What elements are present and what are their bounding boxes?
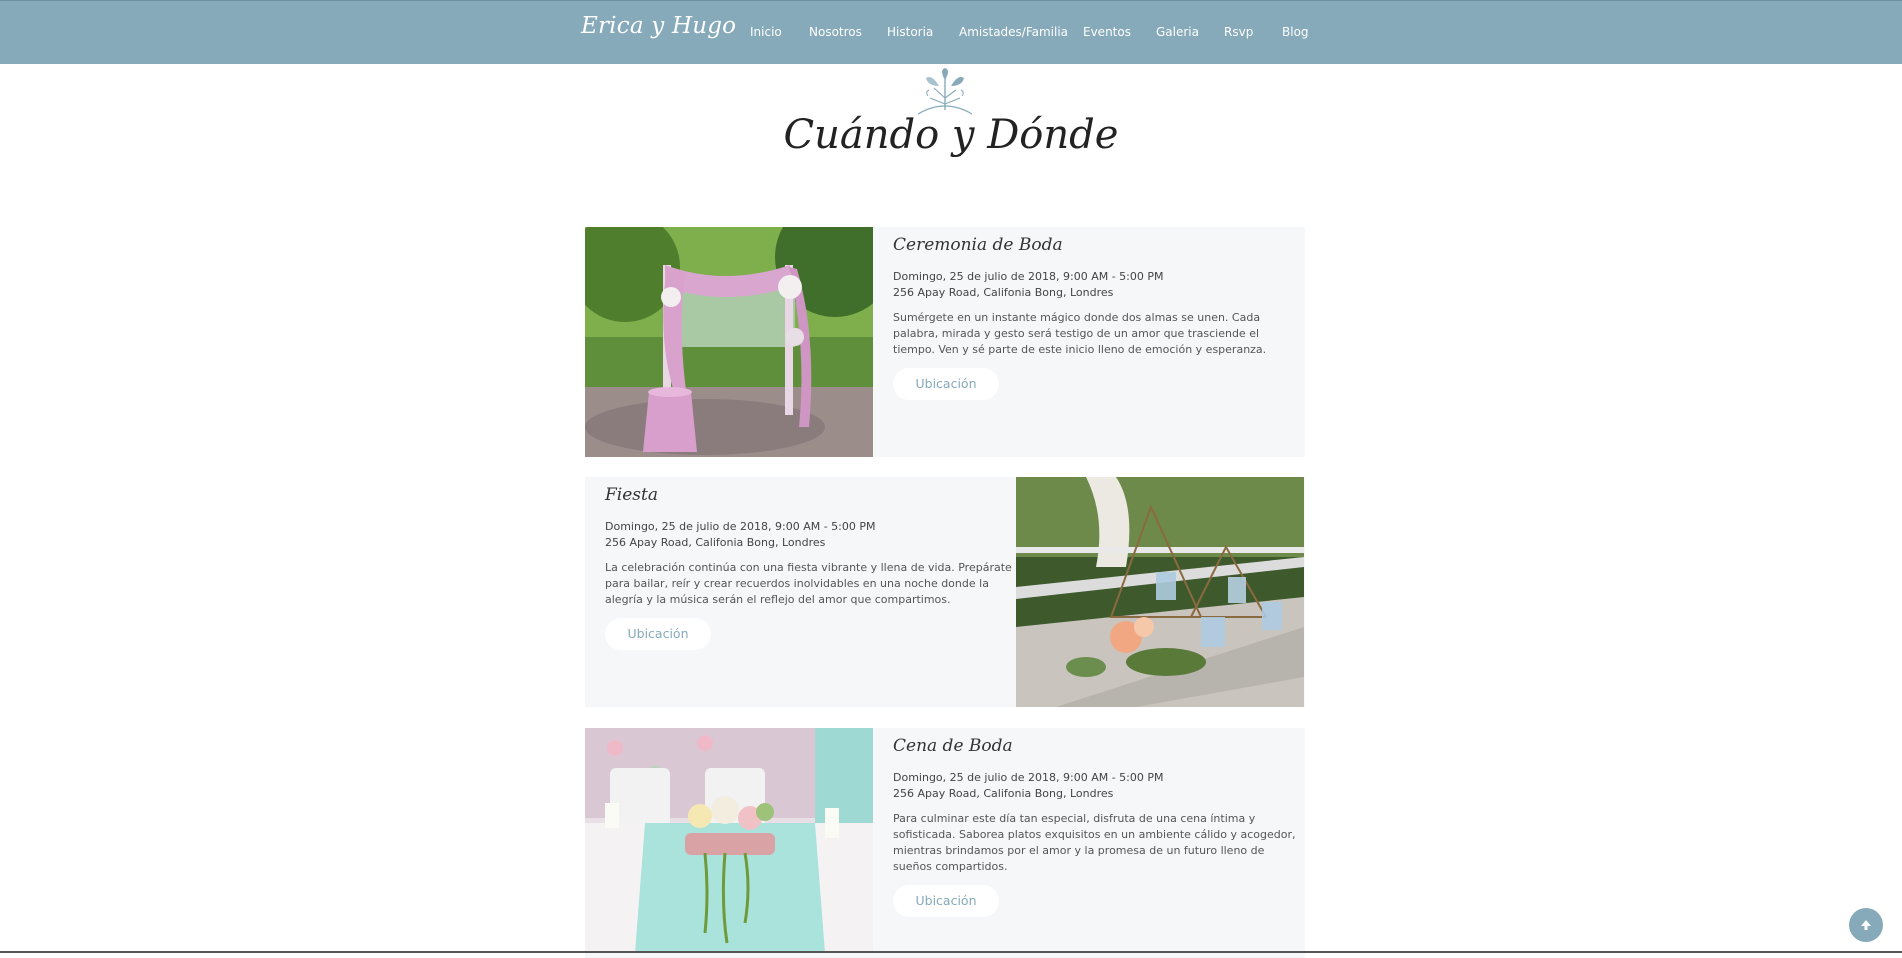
navbar: Erica y Hugo Inicio Nosotros Historia Am… xyxy=(0,0,1902,64)
event-title: Ceremonia de Boda xyxy=(893,235,1063,255)
nav-link-nosotros[interactable]: Nosotros xyxy=(809,25,862,39)
location-button[interactable]: Ubicación xyxy=(893,885,999,917)
floral-ornament-icon xyxy=(917,68,973,115)
brand-logo[interactable]: Erica y Hugo xyxy=(581,13,736,39)
event-title: Fiesta xyxy=(605,485,658,505)
event-date: Domingo, 25 de julio de 2018, 9:00 AM - … xyxy=(893,270,1164,283)
table-centerpiece-photo xyxy=(1016,477,1304,707)
event-card-fiesta: Fiesta Domingo, 25 de julio de 2018, 9:0… xyxy=(585,477,1305,707)
event-address: 256 Apay Road, Califonia Bong, Londres xyxy=(893,286,1114,299)
nav-link-historia[interactable]: Historia xyxy=(887,25,933,39)
scroll-top-button[interactable] xyxy=(1849,908,1883,942)
event-card-ceremonia: Ceremonia de Boda Domingo, 25 de julio d… xyxy=(585,227,1305,457)
event-address: 256 Apay Road, Califonia Bong, Londres xyxy=(893,787,1114,800)
wedding-arch-photo xyxy=(585,227,873,457)
event-description: Para culminar este día tan especial, dis… xyxy=(893,812,1296,873)
nav-link-eventos[interactable]: Eventos xyxy=(1083,25,1131,39)
event-info: Fiesta Domingo, 25 de julio de 2018, 9:0… xyxy=(605,477,1015,650)
event-date: Domingo, 25 de julio de 2018, 9:00 AM - … xyxy=(893,771,1164,784)
nav-link-amistades-familia[interactable]: Amistades/Familia xyxy=(959,25,1068,39)
event-description: Sumérgete en un instante mágico donde do… xyxy=(893,311,1267,356)
event-date: Domingo, 25 de julio de 2018, 9:00 AM - … xyxy=(605,520,876,533)
event-title: Cena de Boda xyxy=(893,736,1013,756)
event-description: La celebración continúa con una fiesta v… xyxy=(605,561,1012,606)
event-card-cena: Cena de Boda Domingo, 25 de julio de 201… xyxy=(585,728,1305,958)
nav-link-blog[interactable]: Blog xyxy=(1282,25,1309,39)
arrow-up-icon xyxy=(1861,920,1871,930)
location-button[interactable]: Ubicación xyxy=(605,618,711,650)
event-address: 256 Apay Road, Califonia Bong, Londres xyxy=(605,536,826,549)
dinner-table-photo xyxy=(585,728,873,953)
section-heading: Cuándo y Dónde xyxy=(0,64,1902,174)
nav-link-rsvp[interactable]: Rsvp xyxy=(1224,25,1253,39)
page-title: Cuándo y Dónde xyxy=(783,112,1119,158)
nav-link-galeria[interactable]: Galeria xyxy=(1156,25,1199,39)
event-info: Ceremonia de Boda Domingo, 25 de julio d… xyxy=(893,227,1303,400)
nav-link-inicio[interactable]: Inicio xyxy=(750,25,782,39)
location-button[interactable]: Ubicación xyxy=(893,368,999,400)
event-info: Cena de Boda Domingo, 25 de julio de 201… xyxy=(893,728,1303,917)
